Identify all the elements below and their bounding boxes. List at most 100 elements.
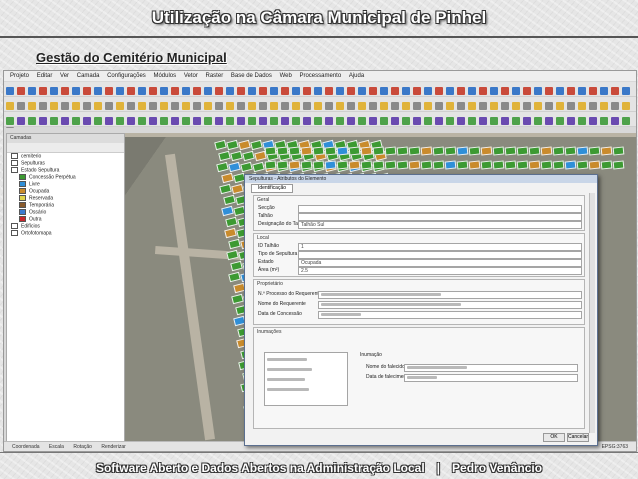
grave-plot[interactable] (336, 146, 349, 156)
toolbar-tool-icon[interactable] (171, 117, 179, 125)
toolbar-tool-icon[interactable] (292, 117, 300, 125)
menu-item[interactable]: Ajuda (349, 73, 364, 79)
toolbar-tool-icon[interactable] (600, 117, 608, 125)
layer-item[interactable]: Edifícios (7, 223, 124, 230)
grave-plot[interactable] (228, 271, 242, 283)
grave-plot[interactable] (528, 160, 541, 170)
row-field[interactable] (298, 213, 582, 221)
grave-plot[interactable] (288, 160, 301, 170)
tab-identification[interactable]: Identificação (251, 184, 293, 193)
grave-plot[interactable] (468, 146, 481, 156)
grave-plot[interactable] (408, 160, 421, 170)
grave-plot[interactable] (504, 160, 517, 170)
toolbar-tool-icon[interactable] (369, 117, 377, 125)
toolbar-tool-icon[interactable] (545, 87, 553, 95)
toolbar-tool-icon[interactable] (468, 102, 476, 110)
toolbar-tool-icon[interactable] (611, 102, 619, 110)
toolbar-tool-icon[interactable] (248, 87, 256, 95)
toolbar-tool-icon[interactable] (501, 87, 509, 95)
toolbar-tool-icon[interactable] (589, 87, 597, 95)
grave-plot[interactable] (552, 160, 565, 170)
layer-item[interactable]: Livre (7, 181, 124, 188)
toolbar-tool-icon[interactable] (182, 117, 190, 125)
toolbar-tool-icon[interactable] (61, 117, 69, 125)
grave-plot[interactable] (218, 183, 232, 195)
toolbar-tool-icon[interactable] (116, 87, 124, 95)
toolbar-tool-icon[interactable] (270, 117, 278, 125)
toolbar-tool-icon[interactable] (17, 87, 25, 95)
grave-plot[interactable] (264, 146, 277, 156)
toolbar-tool-icon[interactable] (215, 87, 223, 95)
toolbar-tool-icon[interactable] (94, 117, 102, 125)
toolbar-tool-icon[interactable] (501, 102, 509, 110)
grave-plot[interactable] (468, 160, 481, 170)
toolbar-tool-icon[interactable] (358, 102, 366, 110)
grave-plot[interactable] (214, 139, 227, 151)
type-field[interactable] (298, 251, 582, 259)
toolbar-tool-icon[interactable] (556, 117, 564, 125)
toolbar-tool-icon[interactable] (457, 102, 465, 110)
grave-plot[interactable] (372, 160, 385, 170)
toolbar-tool-icon[interactable] (72, 117, 80, 125)
toolbar-tool-icon[interactable] (380, 87, 388, 95)
owner-date-field[interactable] (318, 311, 582, 319)
toolbar-tool-icon[interactable] (50, 102, 58, 110)
grave-plot[interactable] (612, 160, 625, 170)
grave-plot[interactable] (456, 160, 469, 170)
grave-plot[interactable] (432, 160, 445, 170)
toolbar-tool-icon[interactable] (545, 117, 553, 125)
toolbar-tool-icon[interactable] (226, 117, 234, 125)
toolbar-tool-icon[interactable] (446, 102, 454, 110)
grave-plot[interactable] (588, 146, 601, 156)
grave-plot[interactable] (456, 146, 469, 156)
toolbar-tool-icon[interactable] (468, 117, 476, 125)
grave-plot[interactable] (372, 146, 385, 156)
toolbar-tool-icon[interactable] (556, 87, 564, 95)
toolbar-tool-icon[interactable] (457, 87, 465, 95)
toolbar-tool-icon[interactable] (171, 87, 179, 95)
toolbar-tool-icon[interactable] (402, 117, 410, 125)
toolbar-tool-icon[interactable] (567, 102, 575, 110)
toolbar-tool-icon[interactable] (303, 102, 311, 110)
toolbar-tool-icon[interactable] (193, 117, 201, 125)
menu-item[interactable]: Vetor (184, 73, 198, 79)
grave-plot[interactable] (300, 146, 313, 156)
grave-plot[interactable] (230, 150, 243, 162)
grave-plot[interactable] (516, 160, 529, 170)
toolbar-tool-icon[interactable] (600, 87, 608, 95)
grave-plot[interactable] (384, 160, 397, 170)
grave-plot[interactable] (492, 146, 505, 156)
toolbar-tool-icon[interactable] (622, 102, 630, 110)
grave-plot[interactable] (492, 160, 505, 170)
toolbar-tool-icon[interactable] (479, 102, 487, 110)
toolbar-tool-icon[interactable] (105, 117, 113, 125)
grave-plot[interactable] (540, 160, 553, 170)
toolbar-tool-icon[interactable] (578, 102, 586, 110)
toolbar-tool-icon[interactable] (611, 87, 619, 95)
grave-plot[interactable] (588, 160, 601, 170)
grave-plot[interactable] (276, 160, 289, 170)
toolbar-tool-icon[interactable] (72, 87, 80, 95)
grave-plot[interactable] (312, 160, 325, 170)
burial-name-field[interactable] (404, 364, 578, 372)
toolbar-tool-icon[interactable] (380, 102, 388, 110)
grave-plot[interactable] (226, 139, 239, 151)
toolbar-tool-icon[interactable] (17, 117, 25, 125)
toolbar-tool-icon[interactable] (622, 87, 630, 95)
toolbar-tool-icon[interactable] (413, 87, 421, 95)
toolbar-tool-icon[interactable] (237, 117, 245, 125)
menu-item[interactable]: Processamento (299, 73, 341, 79)
toolbar-tool-icon[interactable] (457, 117, 465, 125)
toolbar-tool-icon[interactable] (358, 87, 366, 95)
toolbar-tool-icon[interactable] (116, 102, 124, 110)
ok-button[interactable]: OK (543, 433, 565, 442)
grave-plot[interactable] (348, 160, 361, 170)
toolbar-tool-icon[interactable] (303, 87, 311, 95)
layer-item[interactable]: Concessão Perpétua (7, 174, 124, 181)
toolbar-tool-icon[interactable] (435, 102, 443, 110)
toolbar-tool-icon[interactable] (556, 102, 564, 110)
toolbar-tool-icon[interactable] (6, 87, 14, 95)
toolbar-tool-icon[interactable] (303, 117, 311, 125)
menu-item[interactable]: Base de Dados (231, 73, 272, 79)
grave-plot[interactable] (336, 160, 349, 170)
